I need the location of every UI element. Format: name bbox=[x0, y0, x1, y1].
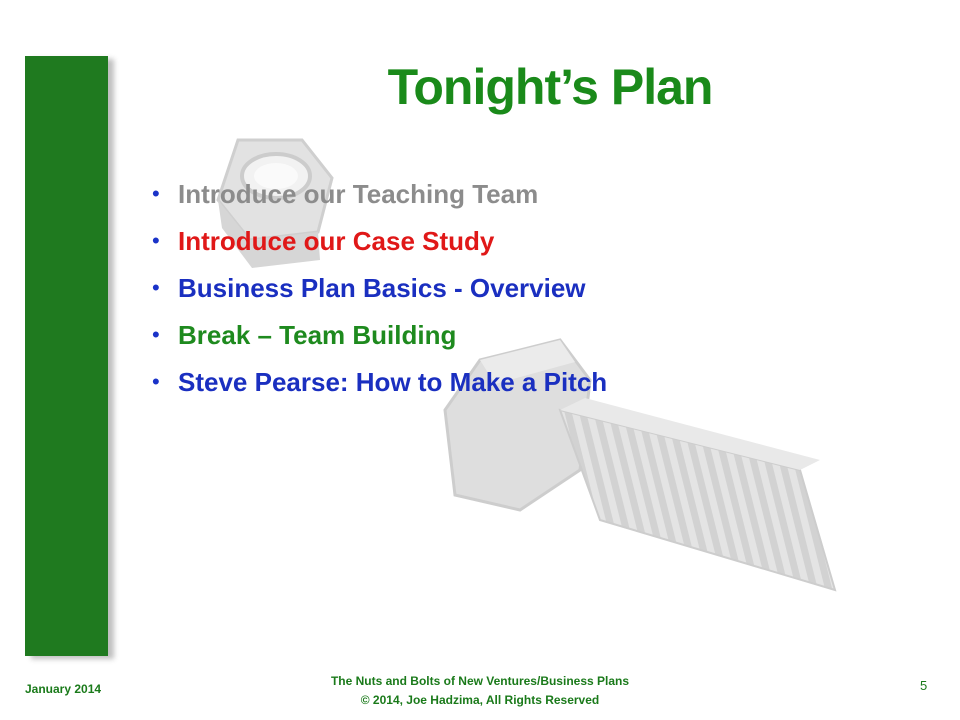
footer-line-1: The Nuts and Bolts of New Ventures/Busin… bbox=[330, 674, 630, 688]
agenda-item-text: Business Plan Basics - Overview bbox=[178, 273, 586, 303]
slide-title: Tonight’s Plan bbox=[387, 59, 714, 115]
list-item: • Introduce our Teaching Team bbox=[152, 176, 607, 223]
footer-date: January 2014 bbox=[25, 682, 102, 696]
bullet-icon: • bbox=[152, 369, 160, 394]
list-item: • Introduce our Case Study bbox=[152, 223, 607, 270]
agenda-item-text: Break – Team Building bbox=[178, 320, 457, 350]
bullet-icon: • bbox=[152, 275, 160, 300]
list-item: • Steve Pearse: How to Make a Pitch bbox=[152, 364, 607, 411]
bullet-icon: • bbox=[152, 181, 160, 206]
footer-credits: The Nuts and Bolts of New Ventures/Busin… bbox=[280, 672, 680, 710]
agenda-item-text: Steve Pearse: How to Make a Pitch bbox=[178, 367, 608, 397]
agenda-item-text: Introduce our Case Study bbox=[178, 226, 495, 256]
footer-line-2: © 2014, Joe Hadzima, All Rights Reserved bbox=[360, 693, 600, 707]
bullet-icon: • bbox=[152, 322, 160, 347]
list-item: • Break – Team Building bbox=[152, 317, 607, 364]
bullet-icon: • bbox=[152, 228, 160, 253]
page-number: 5 bbox=[920, 678, 928, 693]
slide: Tonight’s Plan • Introduce our Teaching … bbox=[0, 0, 960, 720]
agenda-item-text: Introduce our Teaching Team bbox=[178, 179, 539, 209]
list-item: • Business Plan Basics - Overview bbox=[152, 270, 607, 317]
agenda-list: • Introduce our Teaching Team • Introduc… bbox=[152, 176, 607, 411]
